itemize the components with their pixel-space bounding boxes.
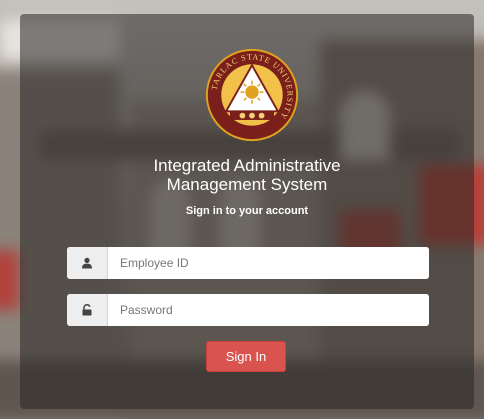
title-line-1: Integrated Administrative [153,156,341,175]
employee-id-input[interactable] [108,247,429,279]
title-line-2: Management System [166,175,328,194]
signin-subtitle: Sign in to your account [185,205,309,217]
password-input[interactable] [108,294,429,326]
lock-icon [67,294,108,326]
page-title: Integrated Administrative Management Sys… [20,156,474,194]
university-seal-logo: TARLAC STATE UNIVERSITY 1906 [205,48,299,142]
seal-year: 1906 [246,126,259,132]
signin-button[interactable]: Sign In [206,341,286,372]
login-page: TARLAC STATE UNIVERSITY 1906 Integrated … [0,0,484,419]
user-icon [67,247,108,279]
password-field [67,294,429,326]
employee-id-field [67,247,429,279]
